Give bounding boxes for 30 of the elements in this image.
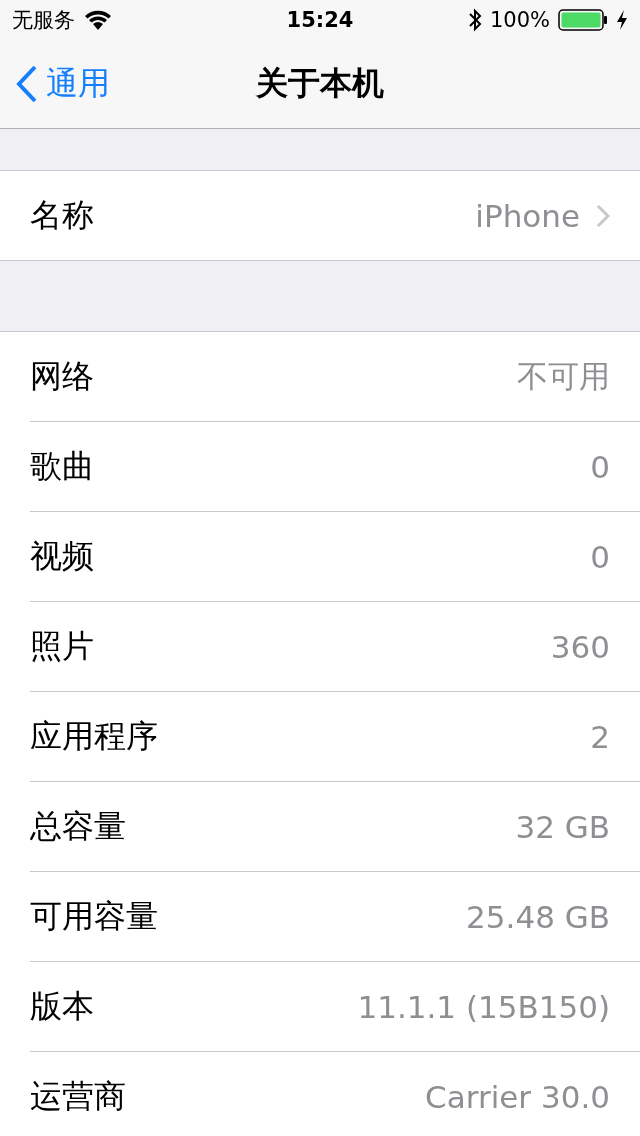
row-value: 32 GB	[515, 808, 610, 845]
row-label: 视频	[30, 535, 94, 577]
row-label: 运营商	[30, 1075, 126, 1117]
row-label: 版本	[30, 985, 94, 1027]
page-title: 关于本机	[256, 63, 384, 104]
row-value: 0	[590, 448, 610, 485]
row-label: 名称	[30, 194, 94, 236]
row-label: 应用程序	[30, 715, 158, 757]
status-time: 15:24	[286, 8, 354, 32]
back-button[interactable]: 通用	[0, 62, 256, 106]
row-label: 网络	[30, 355, 94, 397]
carrier-text: 无服务	[12, 7, 75, 34]
row-label: 照片	[30, 625, 94, 667]
charging-icon	[616, 9, 628, 31]
bluetooth-icon	[467, 8, 482, 32]
row-label: 可用容量	[30, 895, 158, 937]
row-label: 总容量	[30, 805, 126, 847]
chevron-icon	[596, 203, 610, 228]
battery-percent: 100%	[489, 8, 550, 32]
row-value: 25.48 GB	[466, 898, 610, 935]
row-label: 歌曲	[30, 445, 94, 487]
row-value: 0	[590, 538, 610, 575]
wifi-icon	[83, 9, 113, 31]
row-value: 2	[590, 718, 610, 755]
row-value: Carrier 30.0	[425, 1078, 610, 1115]
row-value: 11.1.1 (15B150)	[357, 988, 610, 1025]
back-chevron-icon	[16, 65, 38, 103]
row-value: 360	[550, 628, 610, 665]
row-value: iPhone	[475, 197, 580, 234]
row-value: 不可用	[517, 356, 610, 396]
